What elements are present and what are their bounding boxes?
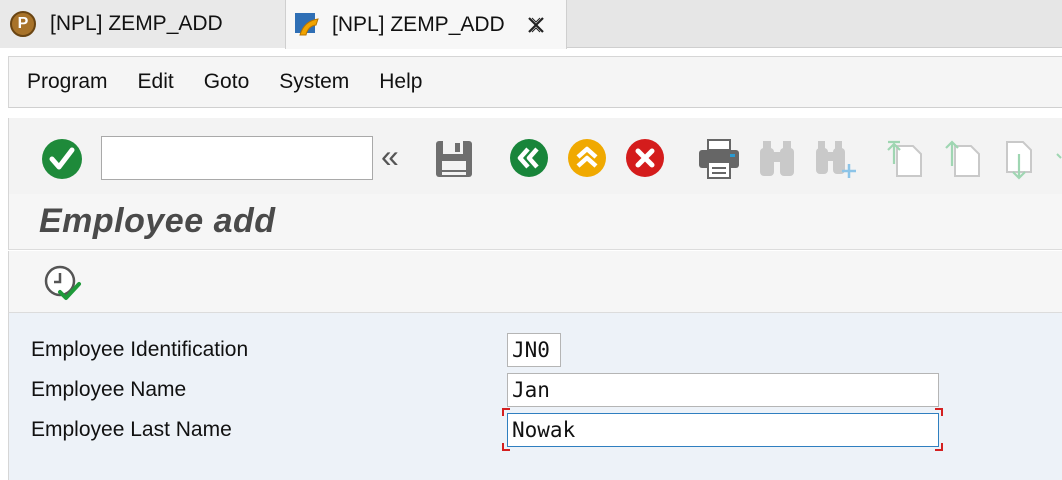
exit-icon[interactable] [567, 138, 607, 178]
title-bar: Employee add [8, 194, 1062, 250]
employee-id-field[interactable]: JN0 [507, 333, 561, 367]
menu-system[interactable]: System [279, 70, 349, 94]
save-icon[interactable] [433, 138, 475, 180]
sap-session-icon [295, 12, 319, 35]
print-icon[interactable] [697, 138, 741, 180]
menu-edit[interactable]: Edit [138, 70, 174, 94]
menu-program[interactable]: Program [27, 70, 108, 94]
tab-session-1[interactable]: P [NPL] ZEMP_ADD [0, 0, 285, 48]
tab-session-2[interactable]: [NPL] ZEMP_ADD [285, 0, 567, 49]
required-marker [502, 443, 510, 451]
employee-id-label: Employee Identification [31, 338, 249, 361]
tab-strip: P [NPL] ZEMP_ADD [NPL] ZEMP_ADD [0, 0, 1062, 49]
employee-last-name-label: Employee Last Name [31, 418, 232, 441]
previous-page-icon [945, 140, 980, 177]
menu-help[interactable]: Help [379, 70, 422, 94]
back-icon[interactable] [509, 138, 549, 178]
menu-goto[interactable]: Goto [204, 70, 250, 94]
first-page-icon [887, 140, 922, 177]
form-area: Employee Identification JN0 Employee Nam… [8, 313, 1062, 480]
find-next-icon [816, 141, 856, 178]
command-field[interactable] [101, 136, 373, 180]
execute-clock-check-icon[interactable] [43, 264, 83, 302]
application-toolbar [8, 251, 1062, 313]
p-circle-icon: P [10, 11, 36, 37]
required-marker [935, 443, 943, 451]
last-page-icon [1056, 153, 1062, 159]
expand-command-icon[interactable]: « [381, 140, 399, 172]
required-marker [502, 408, 510, 416]
required-marker [935, 408, 943, 416]
standard-toolbar: « [8, 118, 1062, 194]
page-title: Employee add [39, 202, 276, 240]
enter-check-icon[interactable] [41, 138, 83, 180]
employee-last-name-field[interactable]: Nowak [507, 413, 939, 447]
close-icon[interactable] [525, 14, 547, 36]
cancel-icon[interactable] [625, 138, 665, 178]
employee-name-label: Employee Name [31, 378, 187, 401]
tab-label: [NPL] ZEMP_ADD [332, 12, 505, 36]
employee-name-field[interactable]: Jan [507, 373, 939, 407]
menu-bar: Program Edit Goto System Help [8, 56, 1062, 108]
tab-label: [NPL] ZEMP_ADD [50, 12, 223, 35]
next-page-icon [1006, 141, 1032, 180]
find-icon [760, 141, 794, 176]
